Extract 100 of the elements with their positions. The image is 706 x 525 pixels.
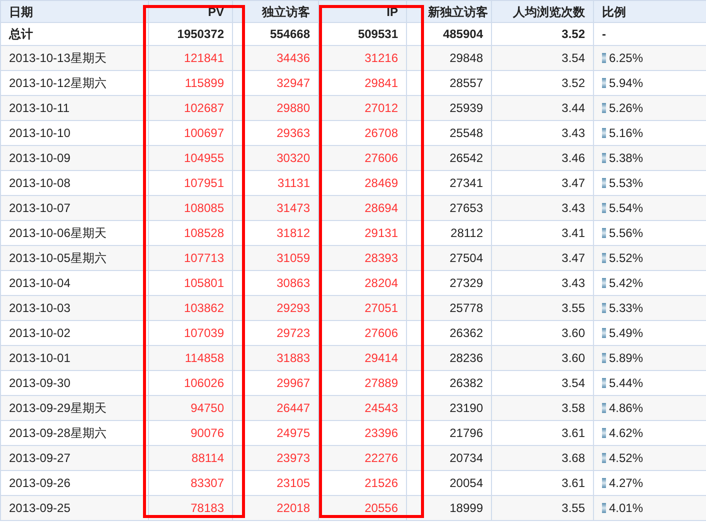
table-cell: 108085 [184, 201, 224, 215]
table-cell: 90076 [190, 426, 224, 440]
table-cell-text: 5.38% [609, 150, 644, 166]
table-cell-text: 6.25% [609, 50, 644, 66]
table-cell: 107713 [184, 251, 224, 265]
table-cell-text: 5.52% [609, 250, 644, 266]
table-cell: 106026 [184, 376, 224, 390]
table-cell-text: 5.94% [609, 74, 644, 92]
table-cell-text: 5.33% [609, 300, 644, 316]
table-cell: - [602, 27, 606, 41]
table-cell: 28469 [364, 176, 398, 190]
table-cell: 2013-10-04 [9, 276, 70, 290]
table-cell: 114858 [184, 351, 224, 365]
table-cell-text: 4.27% [609, 474, 644, 492]
bar-icon [602, 252, 606, 262]
table-cell: 22018 [276, 501, 310, 515]
table-cell: 20556 [364, 501, 398, 515]
table-cell: 3.44 [562, 101, 585, 115]
bar-icon [602, 128, 606, 138]
bar-icon [602, 428, 606, 438]
table-cell: 23396 [364, 426, 398, 440]
table-cell: 29363 [276, 126, 310, 140]
table-cell: 24975 [276, 426, 310, 440]
table-cell: 115899 [184, 76, 224, 90]
table-cell: 27012 [364, 101, 398, 115]
table-cell: 31216 [364, 51, 398, 65]
table-cell: 3.54 [562, 376, 585, 390]
table-cell: 3.43 [562, 126, 585, 140]
table-cell: 3.41 [562, 226, 585, 240]
table-cell: 30320 [276, 151, 310, 165]
table-cell-text: 4.52% [609, 450, 644, 466]
table-cell: 2013-09-25 [9, 501, 70, 515]
bar-icon [602, 78, 606, 88]
table-cell-text: 4.86% [609, 400, 644, 416]
table-cell: 27889 [364, 376, 398, 390]
table-cell: 3.46 [562, 151, 585, 165]
table-cell: 3.52 [562, 76, 585, 90]
table-cell: 102687 [184, 101, 224, 115]
table-cell: 26362 [450, 326, 483, 340]
table-cell: 26542 [450, 151, 483, 165]
table-cell: 29414 [364, 351, 398, 365]
table-cell: 3.60 [562, 351, 585, 365]
table-cell-text: 5.53% [609, 174, 644, 192]
table-cell: 3.60 [562, 326, 585, 340]
table-cell: 21796 [450, 426, 483, 440]
table-cell: 26708 [364, 126, 398, 140]
table-cell: 554668 [270, 27, 310, 41]
table-cell: 485904 [442, 27, 483, 41]
column-header: 独立访客 [262, 4, 310, 18]
table-cell-text: 5.49% [609, 324, 644, 342]
table-cell: 31473 [276, 201, 310, 215]
total-label: 总计 [9, 27, 33, 41]
table-cell: 78183 [190, 501, 224, 515]
table-cell: 26447 [276, 401, 310, 415]
table-cell: 509531 [358, 27, 398, 41]
bar-icon [602, 52, 606, 62]
bar-icon [602, 278, 606, 288]
table-cell-text: 4.01% [609, 500, 644, 516]
table-cell: 18999 [450, 501, 483, 515]
bar-icon [602, 178, 606, 188]
table-cell: 108528 [184, 226, 224, 240]
table-cell: 3.52 [562, 27, 585, 41]
table-cell-text: 5.89% [609, 350, 644, 366]
bar-icon [602, 452, 606, 462]
table-cell: 20054 [450, 476, 483, 490]
table-cell-text: 5.42% [609, 274, 644, 292]
table-cell-text: 5.44% [609, 374, 644, 392]
table-cell: 25939 [450, 101, 483, 115]
table-cell: 2013-10-06星期天 [9, 226, 106, 240]
table-cell: 3.54 [562, 51, 585, 65]
table-cell: 27653 [450, 201, 483, 215]
table-cell: 3.43 [562, 276, 585, 290]
column-header: PV [208, 4, 224, 18]
table-cell: 3.68 [562, 451, 585, 465]
table-cell: 121841 [184, 51, 224, 65]
table-cell: 2013-10-11 [9, 101, 70, 115]
table-cell: 1950372 [177, 27, 224, 41]
table-cell: 2013-10-07 [9, 201, 70, 215]
table-cell: 107039 [184, 326, 224, 340]
bar-icon [602, 378, 606, 388]
table-cell: 2013-09-26 [9, 476, 70, 490]
table-cell: 27341 [450, 176, 483, 190]
table-cell-text: 5.26% [609, 100, 644, 116]
table-cell: 31812 [276, 226, 310, 240]
table-cell: 105801 [184, 276, 224, 290]
table-cell: 27051 [364, 301, 398, 315]
bar-icon [602, 228, 606, 238]
table-cell: 3.43 [562, 201, 585, 215]
table-cell: 27504 [450, 251, 483, 265]
table-cell: 2013-09-30 [9, 376, 70, 390]
table-cell-text: 5.56% [609, 224, 644, 242]
table-cell: 2013-09-29星期天 [9, 401, 106, 415]
table-cell: 28393 [364, 251, 398, 265]
table-cell: 34436 [276, 51, 310, 65]
bar-icon [602, 402, 606, 412]
table-cell: 94750 [190, 401, 224, 415]
bar-icon [602, 152, 606, 162]
table-cell: 31131 [278, 176, 310, 190]
bar-icon [602, 302, 606, 312]
table-cell: 2013-10-05星期六 [9, 251, 106, 265]
